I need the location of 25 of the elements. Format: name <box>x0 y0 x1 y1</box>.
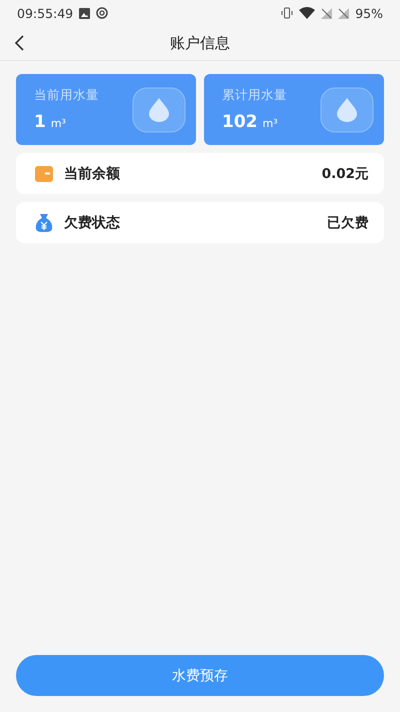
water-drop-icon <box>132 86 186 132</box>
wifi-icon <box>299 7 316 19</box>
usage-unit: m³ <box>50 117 66 130</box>
usage-unit: m³ <box>262 117 278 130</box>
status-time: 09:55:49 <box>17 6 74 20</box>
battery-level: 95% <box>355 6 383 20</box>
usage-value: 102 <box>222 112 258 132</box>
info-label: 欠费状态 <box>64 214 121 232</box>
no-signal-icon <box>321 8 332 18</box>
prepay-button[interactable]: 水费预存 <box>16 655 384 696</box>
no-signal-icon <box>338 8 350 18</box>
vibrate-icon <box>281 7 294 19</box>
usage-value: 1 <box>34 112 46 132</box>
wallet-icon <box>34 164 54 184</box>
back-icon[interactable] <box>14 35 26 51</box>
info-value: 已欠费 <box>327 214 369 232</box>
usage-label: 当前用水量 <box>34 87 100 104</box>
money-bag-icon <box>34 212 54 232</box>
image-icon <box>79 8 90 18</box>
sync-icon <box>96 7 108 19</box>
info-label: 当前余额 <box>64 164 121 182</box>
water-drop-icon <box>320 86 374 132</box>
page-title: 账户信息 <box>170 34 230 52</box>
usage-label: 累计用水量 <box>222 87 288 104</box>
info-value: 0.02元 <box>322 164 369 182</box>
